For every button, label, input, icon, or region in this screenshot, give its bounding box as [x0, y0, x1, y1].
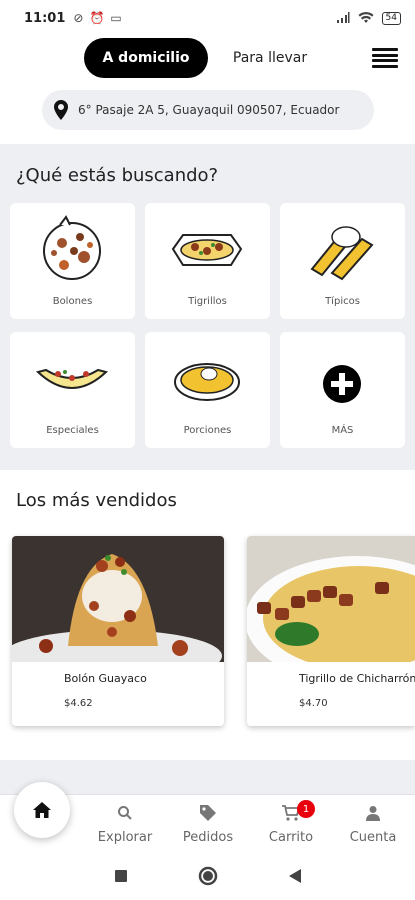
category-label: Porciones [183, 425, 232, 436]
nav-label: Explorar [97, 830, 153, 845]
category-more[interactable]: MÁS [280, 332, 405, 448]
nav-pedidos[interactable]: Pedidos [172, 802, 244, 845]
home-button[interactable] [14, 782, 70, 838]
search-icon [118, 806, 132, 820]
tag-icon [200, 805, 216, 821]
system-navigation-bar [0, 852, 415, 900]
screen-icon: ▭ [110, 11, 122, 25]
header: A domicilio Para llevar 6° Pasaje 2A 5, … [0, 36, 415, 144]
category-label: Especiales [46, 425, 99, 436]
category-label: MÁS [331, 425, 354, 436]
product-photo [12, 536, 224, 662]
porciones-icon [174, 363, 240, 401]
nav-explorar[interactable]: Explorar [89, 802, 161, 845]
category-porciones[interactable]: Porciones [145, 332, 270, 448]
signal-icon [336, 12, 350, 23]
product-name: Tigrillo de Chicharrón [299, 672, 415, 685]
dnd-icon: ⊘ [73, 11, 84, 25]
recent-apps-icon[interactable] [114, 869, 128, 883]
category-tigrillos[interactable]: Tigrillos [145, 203, 270, 319]
product-name: Bolón Guayaco [64, 672, 147, 685]
tigrillo-icon [171, 234, 243, 266]
status-time: 11:01 [24, 10, 66, 26]
nav-label: Pedidos [182, 830, 234, 845]
product-price: $4.62 [64, 698, 93, 709]
especiales-icon [35, 368, 109, 389]
battery-icon: 54 [381, 11, 401, 25]
status-bar: 11:01 ⊘ ⏰ ▭ 54 [0, 0, 415, 36]
system-home-icon[interactable] [198, 866, 218, 886]
hamburger-menu-icon[interactable] [372, 48, 398, 68]
pickup-toggle[interactable]: Para llevar [222, 38, 318, 78]
home-icon [33, 802, 51, 818]
categories-title: ¿Qué estás buscando? [16, 165, 219, 186]
tipico-icon [310, 226, 374, 281]
cart-count-badge: 1 [297, 800, 315, 818]
back-icon[interactable] [288, 868, 302, 884]
category-tipicos[interactable]: Típicos [280, 203, 405, 319]
category-label: Bolones [52, 296, 93, 307]
address-selector[interactable]: 6° Pasaje 2A 5, Guayaquil 090507, Ecuado… [42, 90, 374, 130]
best-sellers-title: Los más vendidos [16, 490, 177, 511]
category-bolones[interactable]: Bolones [10, 203, 135, 319]
person-icon [366, 806, 380, 821]
product-price: $4.70 [299, 698, 328, 709]
nav-carrito[interactable]: Carrito 1 [255, 800, 327, 845]
wifi-icon [358, 12, 374, 23]
alarm-icon: ⏰ [89, 11, 105, 25]
address-text: 6° Pasaje 2A 5, Guayaquil 090507, Ecuado… [78, 103, 340, 117]
bolon-icon [43, 215, 101, 280]
nav-label: Cuenta [349, 830, 397, 845]
nav-label: Carrito [268, 830, 314, 845]
delivery-toggle[interactable]: A domicilio [84, 38, 208, 78]
category-label: Típicos [325, 296, 360, 307]
category-label: Tigrillos [188, 296, 227, 307]
product-photo [247, 536, 415, 662]
plus-circle-icon [323, 365, 361, 403]
best-sellers-section: Los más vendidos Bolón Guayaco $4.62 Tig… [0, 470, 415, 760]
product-card[interactable]: Tigrillo de Chicharrón $4.70 [247, 536, 415, 726]
location-pin-icon [54, 100, 68, 120]
category-especiales[interactable]: Especiales [10, 332, 135, 448]
nav-cuenta[interactable]: Cuenta [337, 802, 409, 845]
product-card[interactable]: Bolón Guayaco $4.62 [12, 536, 224, 726]
